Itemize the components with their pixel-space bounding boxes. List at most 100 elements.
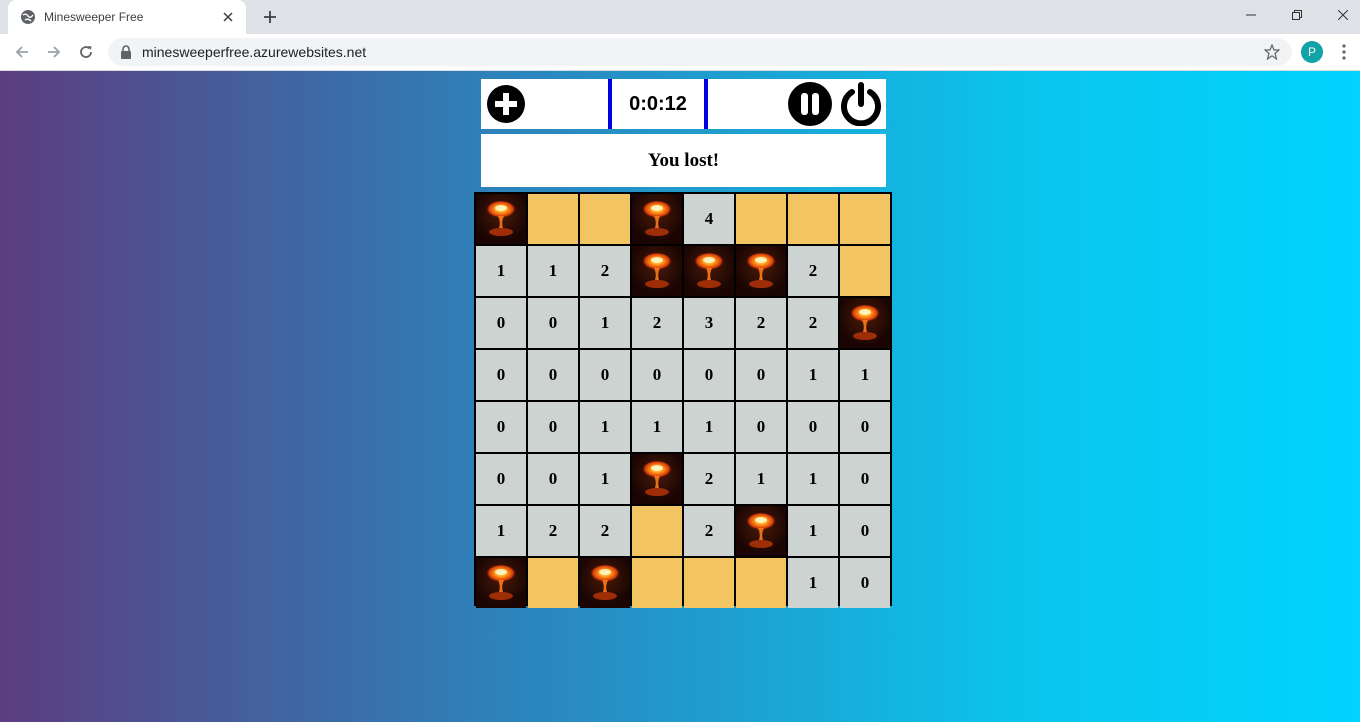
hidden-cell[interactable] — [788, 194, 838, 244]
mine-cell[interactable] — [632, 454, 682, 504]
close-window-button[interactable] — [1320, 0, 1360, 30]
globe-icon — [20, 9, 36, 25]
revealed-cell[interactable]: 0 — [840, 558, 890, 608]
hidden-cell[interactable] — [840, 194, 890, 244]
mine-cell[interactable] — [840, 298, 890, 348]
revealed-cell[interactable]: 1 — [684, 402, 734, 452]
hidden-cell[interactable] — [736, 558, 786, 608]
revealed-cell[interactable]: 0 — [476, 454, 526, 504]
browser-tab-bar: Minesweeper Free — [0, 0, 1360, 34]
revealed-cell[interactable]: 1 — [736, 454, 786, 504]
revealed-cell[interactable]: 3 — [684, 298, 734, 348]
revealed-cell[interactable]: 2 — [788, 246, 838, 296]
revealed-cell[interactable]: 1 — [476, 246, 526, 296]
game-controls-bar: 0:0:12 — [481, 79, 886, 129]
new-tab-button[interactable] — [258, 6, 282, 28]
browser-toolbar: minesweeperfree.azurewebsites.net P — [0, 34, 1360, 71]
revealed-cell[interactable]: 1 — [580, 402, 630, 452]
explosion-icon — [632, 192, 682, 247]
revealed-cell[interactable]: 0 — [528, 454, 578, 504]
revealed-cell[interactable]: 2 — [684, 506, 734, 556]
mine-cell[interactable] — [736, 506, 786, 556]
mine-cell[interactable] — [632, 246, 682, 296]
reload-icon[interactable] — [74, 40, 98, 64]
plus-circle-icon — [487, 85, 525, 123]
revealed-cell[interactable]: 0 — [736, 350, 786, 400]
revealed-cell[interactable]: 1 — [788, 454, 838, 504]
mine-cell[interactable] — [684, 246, 734, 296]
revealed-cell[interactable]: 1 — [788, 506, 838, 556]
hidden-cell[interactable] — [736, 194, 786, 244]
hidden-cell[interactable] — [528, 194, 578, 244]
revealed-cell[interactable]: 1 — [788, 558, 838, 608]
explosion-icon — [632, 244, 682, 299]
menu-dots-icon[interactable] — [1335, 41, 1353, 63]
revealed-cell[interactable]: 0 — [684, 350, 734, 400]
explosion-icon — [476, 192, 526, 247]
explosion-icon — [580, 556, 630, 611]
mine-cell[interactable] — [736, 246, 786, 296]
mine-cell[interactable] — [632, 194, 682, 244]
lock-icon — [120, 45, 134, 59]
minesweeper-board: 4112 20012322 0 0 0 0 0 0 1 1 0 0 1 1 1 … — [474, 192, 892, 608]
revealed-cell[interactable]: 1 — [788, 350, 838, 400]
new-game-button[interactable] — [487, 85, 525, 123]
revealed-cell[interactable]: 0 — [476, 402, 526, 452]
forward-arrow-icon[interactable] — [42, 40, 66, 64]
mine-cell[interactable] — [476, 194, 526, 244]
profile-avatar[interactable]: P — [1301, 41, 1323, 63]
revealed-cell[interactable]: 0 — [736, 402, 786, 452]
close-tab-icon[interactable] — [220, 9, 236, 25]
revealed-cell[interactable]: 0 — [528, 402, 578, 452]
revealed-cell[interactable]: 2 — [788, 298, 838, 348]
revealed-cell[interactable]: 1 — [580, 298, 630, 348]
revealed-cell[interactable]: 0 — [840, 506, 890, 556]
revealed-cell[interactable]: 2 — [528, 506, 578, 556]
tab-title: Minesweeper Free — [44, 10, 144, 24]
pause-button[interactable] — [788, 82, 832, 126]
hidden-cell[interactable] — [684, 558, 734, 608]
mine-cell[interactable] — [580, 558, 630, 608]
revealed-cell[interactable]: 0 — [528, 350, 578, 400]
game-timer: 0:0:12 — [608, 79, 708, 129]
hidden-cell[interactable] — [632, 558, 682, 608]
revealed-cell[interactable]: 1 — [840, 350, 890, 400]
explosion-icon — [840, 296, 890, 351]
revealed-cell[interactable]: 0 — [840, 402, 890, 452]
revealed-cell[interactable]: 1 — [476, 506, 526, 556]
hidden-cell[interactable] — [528, 558, 578, 608]
bookmark-star-icon[interactable] — [1262, 42, 1282, 62]
minimize-button[interactable] — [1228, 0, 1274, 30]
address-bar[interactable]: minesweeperfree.azurewebsites.net — [108, 38, 1292, 66]
hidden-cell[interactable] — [840, 246, 890, 296]
revealed-cell[interactable]: 4 — [684, 194, 734, 244]
pause-icon — [788, 82, 832, 126]
revealed-cell[interactable]: 2 — [580, 506, 630, 556]
revealed-cell[interactable]: 1 — [632, 402, 682, 452]
page-background: 0:0:12 You lost! 4 1 1 2 2 0 0 1 2 3 2 2… — [0, 71, 1360, 722]
explosion-icon — [736, 244, 786, 299]
hidden-cell[interactable] — [580, 194, 630, 244]
back-arrow-icon[interactable] — [10, 40, 34, 64]
revealed-cell[interactable]: 2 — [580, 246, 630, 296]
revealed-cell[interactable]: 0 — [632, 350, 682, 400]
revealed-cell[interactable]: 0 — [788, 402, 838, 452]
explosion-icon — [684, 244, 734, 299]
browser-tab[interactable]: Minesweeper Free — [8, 0, 246, 34]
mine-cell[interactable] — [476, 558, 526, 608]
revealed-cell[interactable]: 0 — [528, 298, 578, 348]
revealed-cell[interactable]: 2 — [736, 298, 786, 348]
revealed-cell[interactable]: 0 — [840, 454, 890, 504]
revealed-cell[interactable]: 2 — [632, 298, 682, 348]
restore-button[interactable] — [1274, 0, 1320, 30]
revealed-cell[interactable]: 0 — [580, 350, 630, 400]
revealed-cell[interactable]: 0 — [476, 350, 526, 400]
revealed-cell[interactable]: 2 — [684, 454, 734, 504]
game-status-message: You lost! — [481, 134, 886, 187]
hidden-cell[interactable] — [632, 506, 682, 556]
revealed-cell[interactable]: 1 — [580, 454, 630, 504]
revealed-cell[interactable]: 1 — [528, 246, 578, 296]
explosion-icon — [476, 556, 526, 611]
quit-button[interactable] — [839, 82, 883, 127]
revealed-cell[interactable]: 0 — [476, 298, 526, 348]
